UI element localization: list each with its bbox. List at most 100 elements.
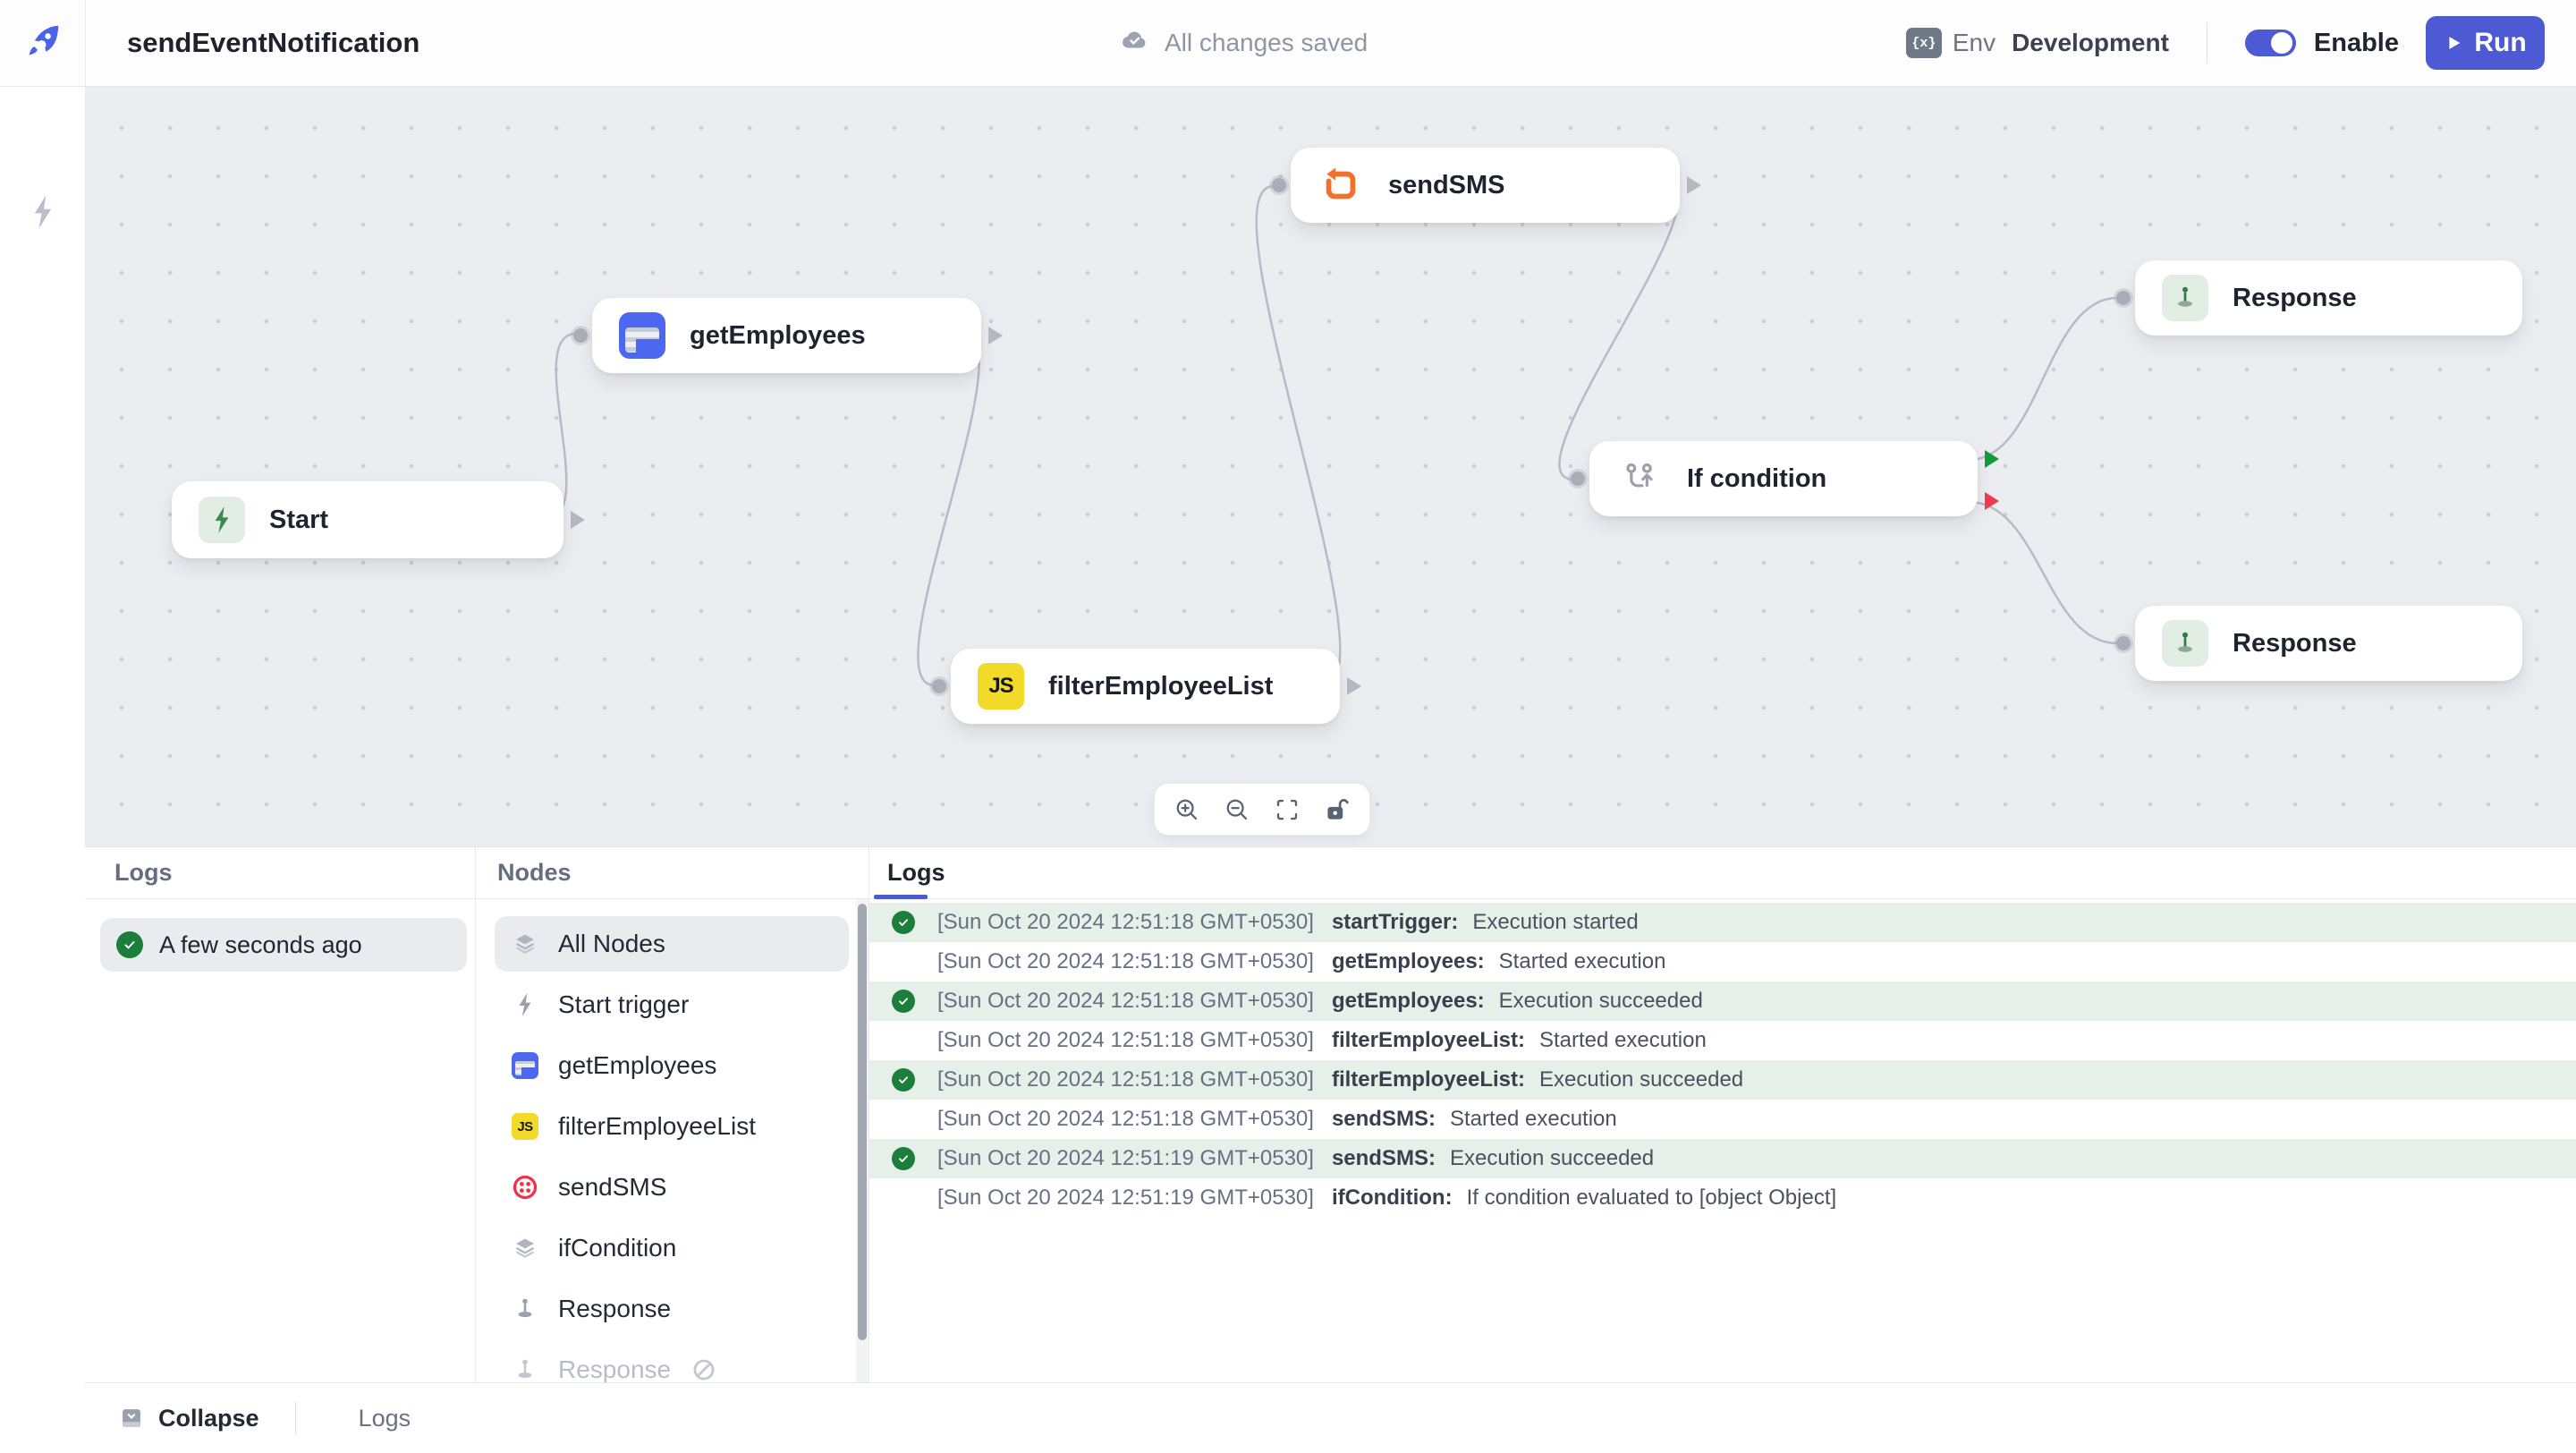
node-item-label: getEmployees — [558, 1051, 716, 1080]
logs-tab[interactable]: Logs — [887, 859, 945, 887]
nodes-column: Nodes All Nodes Start trigger getEmployees… — [476, 847, 869, 1383]
nodes-panel-item-response[interactable]: Response — [495, 1281, 849, 1337]
left-icon-rail — [0, 86, 86, 1453]
node-label: getEmployees — [690, 321, 866, 351]
success-check-icon — [116, 931, 143, 958]
success-check-icon — [892, 1147, 915, 1170]
bottom-bar: Collapse Logs — [85, 1382, 2576, 1453]
save-status: All changes saved — [1120, 0, 1368, 86]
bottom-panel: Logs A few seconds ago Nodes All Nodes St… — [85, 846, 2576, 1383]
success-check-icon — [892, 990, 915, 1013]
node-label: filterEmployeeList — [1048, 672, 1273, 701]
runs-panel-title: Logs — [114, 859, 173, 887]
false-output-port[interactable] — [1985, 492, 1999, 510]
nodes-panel-item-getemployees[interactable]: getEmployees — [495, 1038, 849, 1093]
log-node-name: filterEmployeeList: — [1332, 1028, 1525, 1053]
node-label: Start — [269, 506, 328, 535]
node-item-label: Start trigger — [558, 990, 689, 1019]
canvas-node-ifCondition[interactable]: If condition — [1589, 441, 1978, 516]
nodes-panel-title: Nodes — [497, 859, 572, 887]
workflow-title: sendEventNotification — [127, 0, 419, 86]
layers-icon — [512, 930, 538, 957]
nodes-panel-item-filteremployeelist[interactable]: JSfilterEmployeeList — [495, 1099, 849, 1154]
log-entry: [Sun Oct 20 2024 12:51:19 GMT+0530]ifCon… — [869, 1178, 2576, 1218]
env-label: Env — [1953, 29, 1996, 57]
log-node-name: ifCondition: — [1332, 1185, 1453, 1211]
input-port[interactable] — [2116, 636, 2131, 650]
collapse-button[interactable]: Collapse — [119, 1405, 259, 1432]
check-placeholder — [892, 1186, 915, 1210]
canvas-node-response-2[interactable]: Response — [2135, 606, 2522, 681]
lightning-icon[interactable] — [29, 193, 57, 235]
nodes-panel-item-ifcondition[interactable]: ifCondition — [495, 1220, 849, 1276]
input-port[interactable] — [2116, 291, 2131, 305]
canvas-node-response-1[interactable]: Response — [2135, 260, 2522, 336]
lock-open-icon[interactable] — [1323, 795, 1352, 824]
twilio-icon — [512, 1174, 538, 1201]
cloud-check-icon — [1120, 25, 1150, 62]
log-entry: [Sun Oct 20 2024 12:51:18 GMT+0530]start… — [869, 903, 2576, 942]
input-port[interactable] — [573, 328, 588, 343]
check-placeholder — [892, 950, 915, 973]
top-bar: sendEventNotification All changes saved … — [0, 0, 2576, 87]
workflow-canvas[interactable]: Start getEmployees sendSMS JS filterEmpl… — [85, 86, 2576, 846]
log-node-name: sendSMS: — [1332, 1107, 1436, 1132]
log-timestamp: [Sun Oct 20 2024 12:51:18 GMT+0530] — [937, 1107, 1314, 1132]
logs-column: Logs [Sun Oct 20 2024 12:51:18 GMT+0530]… — [869, 847, 2576, 1383]
log-timestamp: [Sun Oct 20 2024 12:51:19 GMT+0530] — [937, 1146, 1314, 1171]
response-pin-icon — [2162, 275, 2208, 321]
nodes-panel-item-sendsms[interactable]: sendSMS — [495, 1160, 849, 1215]
node-item-label: ifCondition — [558, 1234, 676, 1262]
node-label: Response — [2233, 629, 2357, 659]
log-timestamp: [Sun Oct 20 2024 12:51:18 GMT+0530] — [937, 989, 1314, 1014]
output-port[interactable] — [1687, 176, 1701, 194]
run-history-item[interactable]: A few seconds ago — [100, 918, 467, 972]
canvas-node-filterEmployeeList[interactable]: JS filterEmployeeList — [951, 649, 1340, 724]
node-label: If condition — [1687, 464, 1826, 494]
bottom-logs-tab[interactable]: Logs — [359, 1405, 411, 1432]
nodes-list: All Nodes Start trigger getEmployees JSfilt… — [476, 898, 869, 1383]
log-message: Started execution — [1499, 949, 1666, 974]
app-logo[interactable] — [0, 0, 86, 86]
play-icon — [2444, 33, 2463, 53]
divider — [295, 1402, 296, 1434]
run-button[interactable]: Run — [2426, 16, 2545, 70]
input-port[interactable] — [1272, 178, 1286, 192]
nodes-panel-item-response[interactable]: Response — [495, 1342, 849, 1383]
query-table-icon — [512, 1052, 538, 1079]
log-entry: [Sun Oct 20 2024 12:51:18 GMT+0530]getEm… — [869, 981, 2576, 1021]
output-port[interactable] — [571, 511, 585, 529]
enable-label: Enable — [2314, 29, 2399, 58]
zoom-out-icon[interactable] — [1223, 795, 1251, 824]
input-port[interactable] — [1571, 472, 1585, 486]
fit-view-icon[interactable] — [1273, 795, 1301, 824]
check-placeholder — [892, 1108, 915, 1131]
canvas-node-sendSMS[interactable]: sendSMS — [1291, 148, 1680, 223]
runs-header: Logs — [85, 847, 475, 899]
true-output-port[interactable] — [1985, 450, 1999, 468]
nodes-panel-item-all-nodes[interactable]: All Nodes — [495, 916, 849, 972]
nodes-panel-item-start-trigger[interactable]: Start trigger — [495, 977, 849, 1032]
rocket-logo-icon — [22, 21, 64, 66]
canvas-node-getEmployees[interactable]: getEmployees — [592, 298, 981, 373]
enable-toggle[interactable] — [2245, 30, 2296, 56]
zoom-in-icon[interactable] — [1173, 795, 1201, 824]
nodes-scrollbar[interactable] — [856, 899, 869, 1383]
runs-column: Logs A few seconds ago — [85, 847, 476, 1383]
log-node-name: sendSMS: — [1332, 1146, 1436, 1171]
log-entry: [Sun Oct 20 2024 12:51:18 GMT+0530] sendS… — [869, 1100, 2576, 1139]
node-item-label: Response — [558, 1355, 671, 1383]
run-item-label: A few seconds ago — [159, 931, 362, 959]
log-message: Started execution — [1450, 1107, 1617, 1132]
input-port[interactable] — [932, 679, 946, 693]
response-pin-icon — [512, 1296, 538, 1322]
node-item-label: filterEmployeeList — [558, 1112, 756, 1141]
output-port[interactable] — [988, 327, 1003, 344]
env-selector[interactable]: Development — [2012, 29, 2169, 57]
log-message: Execution succeeded — [1499, 989, 1703, 1014]
success-check-icon — [892, 911, 915, 934]
output-port[interactable] — [1347, 677, 1361, 695]
log-node-name: filterEmployeeList: — [1332, 1067, 1525, 1092]
canvas-node-start[interactable]: Start — [172, 481, 564, 558]
response-pin-icon — [512, 1356, 538, 1383]
